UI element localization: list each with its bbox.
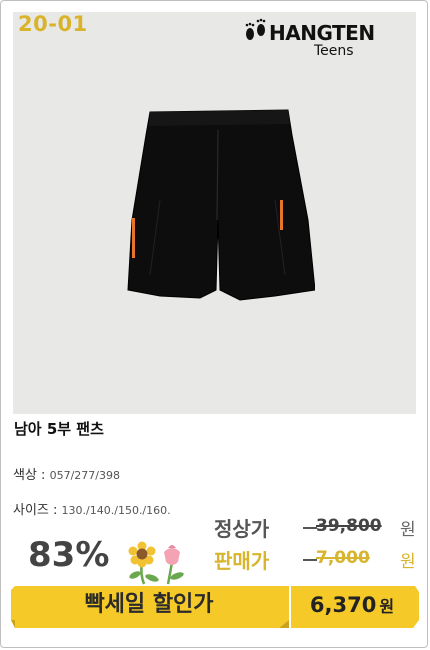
- brand-name: HANGTEN: [269, 21, 375, 45]
- discount-rate: 83%: [28, 535, 110, 575]
- color-spec: 색상 : 057/277/398: [13, 464, 120, 483]
- sale-price-currency: 원: [400, 552, 416, 572]
- regular-price: 39,800: [316, 516, 382, 536]
- shorts-illustration: [127, 109, 315, 301]
- product-name: 남아 5부 팬츠: [14, 420, 104, 438]
- size-label: 사이즈 :: [13, 503, 58, 518]
- sale-banner-label[interactable]: 빡세일 할인가: [13, 585, 285, 625]
- flowers-icon: [128, 541, 184, 585]
- color-label: 색상 :: [13, 468, 46, 483]
- footprints-icon: [245, 18, 266, 40]
- regular-price-label: 정상가: [214, 517, 270, 541]
- size-value: 130./140./150./160.: [61, 504, 171, 517]
- product-code-badge: 20-01: [18, 12, 88, 36]
- color-value: 057/277/398: [49, 469, 120, 482]
- regular-price-row: 정상가 39,800 원: [214, 513, 419, 541]
- final-price-value: 6,370: [309, 593, 377, 617]
- regular-price-currency: 원: [400, 520, 416, 540]
- sale-price-label: 판매가: [214, 549, 270, 573]
- sale-price: 7,000: [316, 548, 370, 568]
- strike-line: [303, 527, 317, 529]
- strike-line: [303, 559, 317, 561]
- brand-subline: Teens: [314, 43, 354, 59]
- brand-logo: HANGTEN Teens: [244, 18, 412, 64]
- size-spec: 사이즈 : 130./140./150./160.: [13, 499, 171, 518]
- final-price-currency: 원: [379, 597, 395, 616]
- final-price[interactable]: 6,370 원: [292, 585, 412, 625]
- sale-price-row: 판매가 7,000 원: [214, 545, 419, 573]
